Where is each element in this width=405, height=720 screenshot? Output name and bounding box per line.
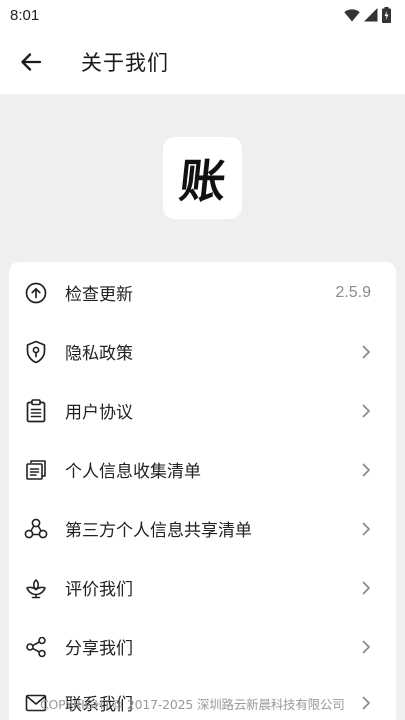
- menu-item-privacy-policy[interactable]: 隐私政策: [9, 322, 396, 381]
- shield-lock-icon: [24, 340, 48, 364]
- menu-item-personal-info-list[interactable]: 个人信息收集清单: [9, 440, 396, 499]
- menu-label: 隐私政策: [65, 344, 133, 364]
- menu-item-rate-us[interactable]: 评价我们: [9, 558, 396, 617]
- status-icons: [344, 7, 391, 23]
- version-value: 2.5.9: [335, 283, 371, 301]
- chevron-right-icon: [362, 345, 370, 358]
- chevron-right-icon: [362, 640, 370, 653]
- chevron-right-icon: [362, 404, 370, 417]
- share-icon: [24, 635, 48, 659]
- page-title: 关于我们: [81, 51, 169, 75]
- wifi-icon: [344, 8, 360, 21]
- status-bar: 8:01: [0, 0, 405, 30]
- menu-item-check-update[interactable]: 检查更新 2.5.9: [9, 263, 396, 322]
- menu-item-user-agreement[interactable]: 用户协议: [9, 381, 396, 440]
- chevron-right-icon: [362, 696, 370, 709]
- menu-label: 分享我们: [65, 639, 133, 659]
- menu-item-third-party-sharing-list[interactable]: 第三方个人信息共享清单: [9, 499, 396, 558]
- copyright-text: COPYRIGHT© 2017-2025 深圳路云新晨科技有限公司: [40, 697, 345, 712]
- app-logo-glyph: 账: [176, 154, 229, 208]
- app-logo: 账: [163, 137, 242, 219]
- menu-label: 用户协议: [65, 403, 133, 423]
- menu-item-share-us[interactable]: 分享我们: [9, 617, 396, 676]
- back-button[interactable]: [0, 30, 62, 94]
- app-bar: 关于我们: [0, 30, 405, 94]
- arrow-left-icon: [21, 53, 41, 71]
- chevron-right-icon: [362, 522, 370, 535]
- clipboard-icon: [24, 398, 48, 423]
- menu-label: 个人信息收集清单: [65, 462, 201, 482]
- menu-label: 第三方个人信息共享清单: [65, 521, 252, 541]
- status-time: 8:01: [10, 6, 40, 24]
- share-nodes-triangle-icon: [24, 517, 48, 541]
- menu-label: 评价我们: [65, 580, 133, 600]
- chevron-right-icon: [362, 463, 370, 476]
- chevron-right-icon: [362, 581, 370, 594]
- battery-icon: [382, 7, 391, 23]
- document-copy-icon: [24, 458, 48, 482]
- upload-circle-icon: [24, 281, 48, 305]
- about-menu-card: 检查更新 2.5.9 隐私政策 用户协议 个人信息收集清单 第三方个人信息共享清…: [9, 262, 396, 720]
- flower-icon: [24, 576, 48, 600]
- signal-icon: [364, 8, 378, 22]
- menu-label: 检查更新: [65, 285, 133, 305]
